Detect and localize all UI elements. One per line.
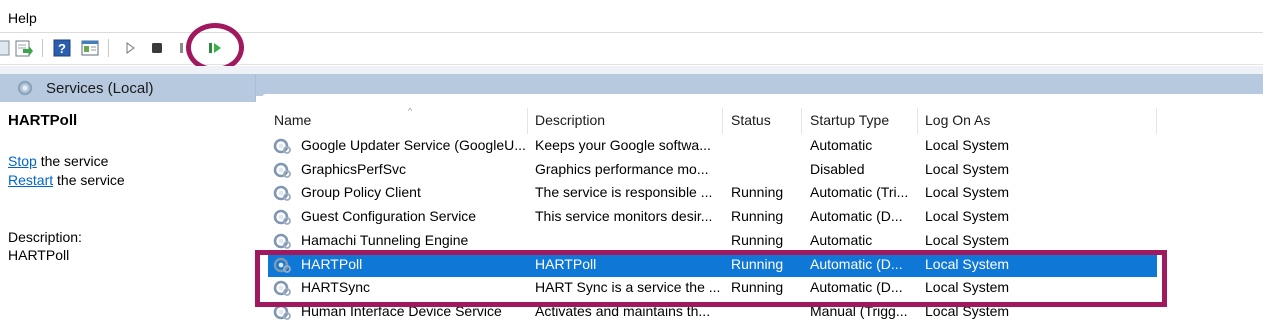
svg-text:?: ? <box>58 41 66 56</box>
column-header-status[interactable]: Status <box>731 112 771 128</box>
service-gear-icon <box>272 183 292 203</box>
cell-logon: Local System <box>925 137 1010 153</box>
back-icon[interactable] <box>0 38 12 58</box>
cell-status: Running <box>731 208 784 225</box>
column-divider[interactable] <box>801 108 802 134</box>
description-value: HARTPoll <box>8 247 70 263</box>
cell-startup: Automatic <box>810 231 873 248</box>
cell-logon: Local System <box>925 208 1010 225</box>
column-header-name[interactable]: ^ Name <box>274 106 412 128</box>
table-row[interactable]: Group Policy Client The service is respon… <box>268 181 1157 205</box>
column-divider[interactable] <box>917 108 918 134</box>
cell-status: Running <box>731 231 784 248</box>
cell-name: Guest Configuration Service <box>301 208 477 225</box>
restart-action-text: the service <box>53 172 125 188</box>
cell-status: Running <box>731 184 784 201</box>
help-icon[interactable]: ? <box>52 38 72 58</box>
cell-startup: Automatic <box>810 137 873 153</box>
column-divider[interactable] <box>1156 108 1157 134</box>
menu-bar: Help <box>0 0 1263 33</box>
restart-link[interactable]: Restart <box>8 172 53 188</box>
restart-button-highlight <box>186 23 244 72</box>
services-local-header: Services (Local) <box>0 74 256 102</box>
service-gear-icon <box>272 231 292 251</box>
services-gear-icon <box>16 79 34 97</box>
cell-description: Graphics performance mo... <box>535 160 709 177</box>
extended-pane: Services (Local) HARTPoll Stop the servi… <box>0 74 256 330</box>
cell-startup: Disabled <box>810 160 865 177</box>
toolbar-separator <box>108 39 109 57</box>
cell-startup: Automatic (Tri... <box>810 184 909 201</box>
restart-service-action: Restart the service <box>8 172 125 188</box>
column-header-startup-type[interactable]: Startup Type <box>810 112 889 128</box>
table-row[interactable]: Guest Configuration Service This service … <box>268 205 1157 229</box>
stop-link[interactable]: Stop <box>8 153 37 169</box>
properties-icon[interactable] <box>80 38 100 58</box>
service-gear-icon <box>272 207 292 227</box>
cell-startup: Automatic (D... <box>810 208 903 225</box>
cell-description: This service monitors desir... <box>535 208 713 225</box>
cell-description: Keeps your Google softwa... <box>535 137 711 153</box>
column-header-description[interactable]: Description <box>535 112 605 128</box>
description-label: Description: <box>8 229 82 245</box>
menu-help[interactable]: Help <box>8 10 37 26</box>
column-header-name-label: Name <box>274 112 312 128</box>
column-header-log-on-as[interactable]: Log On As <box>925 112 990 128</box>
toolbar-separator <box>42 39 43 57</box>
cell-logon: Local System <box>925 184 1010 201</box>
service-gear-icon <box>272 136 292 156</box>
start-icon[interactable] <box>120 38 140 58</box>
cell-description: The service is responsible ... <box>535 184 713 201</box>
table-row[interactable]: GraphicsPerfSvc Graphics performance mo..… <box>268 158 1157 182</box>
stop-action-text: the service <box>36 153 109 169</box>
table-row[interactable]: Google Updater Service (GoogleU... Keeps … <box>268 134 1157 158</box>
stop-icon[interactable] <box>147 38 167 58</box>
hart-services-highlight <box>255 250 1167 307</box>
selected-service-name: HARTPoll <box>8 112 78 129</box>
cell-name: Group Policy Client <box>301 184 421 201</box>
cell-name: Hamachi Tunneling Engine <box>301 231 469 248</box>
export-list-icon[interactable] <box>14 38 34 58</box>
details-header-band <box>256 74 1263 96</box>
pane-top-strip <box>0 66 1263 74</box>
cell-logon: Local System <box>925 231 1010 248</box>
details-pane-corner <box>262 94 1263 104</box>
cell-name: GraphicsPerfSvc <box>301 160 407 177</box>
services-local-title: Services (Local) <box>46 80 154 97</box>
service-gear-icon <box>272 160 292 180</box>
sort-ascending-icon: ^ <box>408 106 413 116</box>
column-divider[interactable] <box>527 108 528 134</box>
cell-name: Google Updater Service (GoogleU... <box>301 137 526 153</box>
column-divider[interactable] <box>722 108 723 134</box>
cell-logon: Local System <box>925 160 1010 177</box>
stop-service-action: Stop the service <box>8 153 108 169</box>
